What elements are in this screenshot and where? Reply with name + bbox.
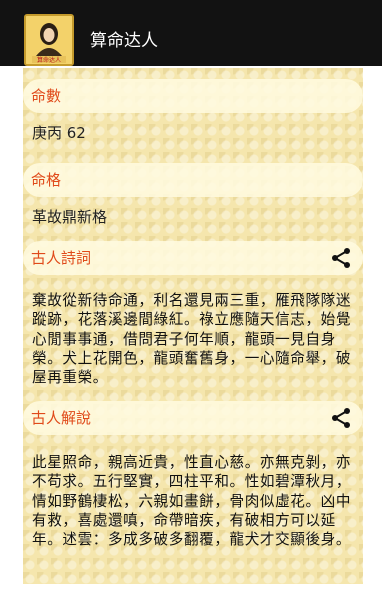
mingshu-value: 庚丙 62: [32, 124, 86, 142]
poem-text: 棄故從新待命通，利名還見兩三重，雁飛隊隊迷蹤跡，花落溪邊間綠紅。祿立應隨天信志，…: [32, 292, 352, 387]
section-header-mingge: 命格: [23, 163, 363, 197]
section-header-poem: 古人詩詞: [23, 241, 363, 275]
section-title: 古人解說: [31, 409, 92, 427]
svg-text:算命达人: 算命达人: [37, 56, 61, 64]
share-icon[interactable]: [329, 406, 353, 430]
section-header-explain: 古人解說: [23, 401, 363, 435]
app-bar: 算命达人 算命达人: [0, 0, 382, 66]
share-icon[interactable]: [329, 246, 353, 270]
app-title: 算命达人: [90, 31, 158, 51]
content-area: 命數 庚丙 62 命格 革故鼎新格 古人詩詞 棄故從新待命通，利名還見兩三重，雁…: [23, 68, 363, 584]
section-title: 古人詩詞: [31, 249, 92, 267]
app-logo[interactable]: 算命达人: [24, 14, 74, 66]
mingge-value: 革故鼎新格: [32, 208, 108, 226]
section-title: 命數: [31, 87, 62, 105]
section-title: 命格: [31, 171, 62, 189]
explain-text: 此星照命，親高近貴，性直心慈。亦無克剝，亦不苟求。五行堅實，四柱平和。性如碧潭秋…: [32, 454, 352, 549]
section-header-mingshu: 命數: [23, 79, 363, 113]
fortune-teller-icon: 算命达人: [26, 16, 72, 64]
